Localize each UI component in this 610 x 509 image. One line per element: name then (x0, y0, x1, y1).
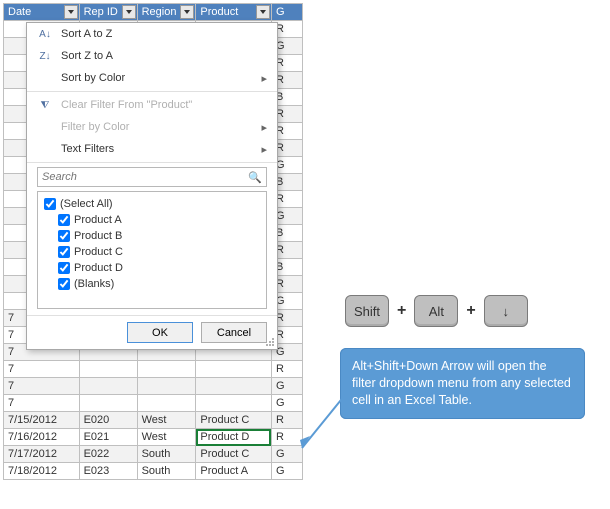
table-row[interactable]: 7/16/2012E021WestProduct DR (4, 429, 303, 446)
cell[interactable]: South (137, 463, 196, 480)
resize-grip-icon[interactable] (265, 337, 275, 347)
filter-check-item[interactable]: Product A (42, 212, 262, 228)
checkbox[interactable] (58, 230, 70, 242)
cell[interactable]: E022 (79, 446, 137, 463)
table-row[interactable]: 7G (4, 378, 303, 395)
cell[interactable] (79, 395, 137, 412)
cell[interactable] (196, 395, 272, 412)
table-row[interactable]: 7/18/2012E023SouthProduct AG (4, 463, 303, 480)
checkbox[interactable] (58, 278, 70, 290)
filter-check-item[interactable]: Product B (42, 228, 262, 244)
sort-a-to-z[interactable]: A↓ Sort A to Z (27, 23, 277, 45)
filter-search-input[interactable] (42, 171, 248, 183)
cancel-button[interactable]: Cancel (201, 322, 267, 343)
cell[interactable]: 7/17/2012 (4, 446, 80, 463)
check-label: Product B (74, 230, 122, 242)
filter-dropdown-icon[interactable] (64, 5, 78, 19)
filter-dropdown-icon[interactable] (256, 5, 270, 19)
table-row[interactable]: 7R (4, 361, 303, 378)
table-row[interactable]: 7G (4, 395, 303, 412)
checkbox[interactable] (58, 262, 70, 274)
cell[interactable] (137, 378, 196, 395)
header-date[interactable]: Date (4, 4, 80, 21)
cell[interactable]: Product C (196, 412, 272, 429)
cell[interactable]: R (271, 429, 302, 446)
filter-check-item[interactable]: (Select All) (42, 196, 262, 212)
header-rep[interactable]: Rep ID (79, 4, 137, 21)
search-icon: 🔍 (248, 171, 262, 184)
cell[interactable]: 7 (4, 361, 80, 378)
filter-check-item[interactable]: Product C (42, 244, 262, 260)
cell[interactable]: G (271, 378, 302, 395)
cell[interactable]: E020 (79, 412, 137, 429)
cell[interactable]: 7/16/2012 (4, 429, 80, 446)
sort-z-to-a[interactable]: Z↓ Sort Z to A (27, 45, 277, 67)
filter-dropdown: A↓ Sort A to Z Z↓ Sort Z to A Sort by Co… (26, 22, 278, 350)
cell[interactable]: 7 (4, 378, 80, 395)
cell[interactable]: South (137, 446, 196, 463)
ok-button[interactable]: OK (127, 322, 193, 343)
key-down-arrow: ↓ (484, 295, 528, 327)
cell[interactable]: West (137, 429, 196, 446)
cell[interactable] (79, 378, 137, 395)
check-label: Product C (74, 246, 123, 258)
cell[interactable]: E023 (79, 463, 137, 480)
check-label: Product D (74, 262, 123, 274)
check-label: (Blanks) (74, 278, 114, 290)
cell[interactable]: R (271, 361, 302, 378)
sort-desc-icon: Z↓ (37, 51, 53, 62)
text-filters[interactable]: Text Filters ▸ (27, 138, 277, 160)
cell[interactable] (196, 378, 272, 395)
cell[interactable]: 7/18/2012 (4, 463, 80, 480)
cell[interactable]: R (271, 412, 302, 429)
cell[interactable]: G (271, 395, 302, 412)
sort-by-color[interactable]: Sort by Color ▸ (27, 67, 277, 89)
cell[interactable]: West (137, 412, 196, 429)
filter-search[interactable]: 🔍 (37, 167, 267, 187)
cell[interactable]: G (271, 463, 302, 480)
filter-by-color: Filter by Color ▸ (27, 116, 277, 138)
table-row[interactable]: 7/17/2012E022SouthProduct CG (4, 446, 303, 463)
key-shift: Shift (345, 295, 389, 327)
keyboard-shortcut: Shift + Alt + ↓ (345, 295, 528, 327)
callout-text: Alt+Shift+Down Arrow will open the filte… (352, 359, 571, 407)
callout-box: Alt+Shift+Down Arrow will open the filte… (340, 348, 585, 419)
cell[interactable]: E021 (79, 429, 137, 446)
check-label: Product A (74, 214, 122, 226)
check-label: (Select All) (60, 198, 113, 210)
checkbox[interactable] (44, 198, 56, 210)
cell[interactable] (79, 361, 137, 378)
cell[interactable]: Product C (196, 446, 272, 463)
cell[interactable] (137, 361, 196, 378)
filter-dropdown-icon[interactable] (122, 5, 136, 19)
checkbox[interactable] (58, 246, 70, 258)
cell[interactable]: 7/15/2012 (4, 412, 80, 429)
header-extra[interactable]: G (271, 4, 302, 21)
filter-check-item[interactable]: (Blanks) (42, 276, 262, 292)
table-row[interactable]: 7/15/2012E020WestProduct CR (4, 412, 303, 429)
clear-filter: ⧨ Clear Filter From "Product" (27, 94, 277, 116)
filter-checklist[interactable]: (Select All) Product A Product B Product C P… (37, 191, 267, 309)
header-product[interactable]: Product (196, 4, 272, 21)
submenu-arrow-icon: ▸ (261, 143, 267, 156)
sort-asc-icon: A↓ (37, 29, 53, 40)
cell[interactable]: G (271, 446, 302, 463)
cell[interactable] (137, 395, 196, 412)
cell[interactable] (196, 361, 272, 378)
key-alt: Alt (414, 295, 458, 327)
filter-check-item[interactable]: Product D (42, 260, 262, 276)
clear-filter-icon: ⧨ (37, 100, 53, 111)
header-region[interactable]: Region (137, 4, 196, 21)
submenu-arrow-icon: ▸ (261, 72, 267, 85)
checkbox[interactable] (58, 214, 70, 226)
cell[interactable]: 7 (4, 395, 80, 412)
cell[interactable]: Product D (196, 429, 272, 446)
header-row: Date Rep ID Region Product G (4, 4, 303, 21)
filter-dropdown-icon[interactable] (180, 5, 194, 19)
cell[interactable]: Product A (196, 463, 272, 480)
submenu-arrow-icon: ▸ (261, 121, 267, 134)
